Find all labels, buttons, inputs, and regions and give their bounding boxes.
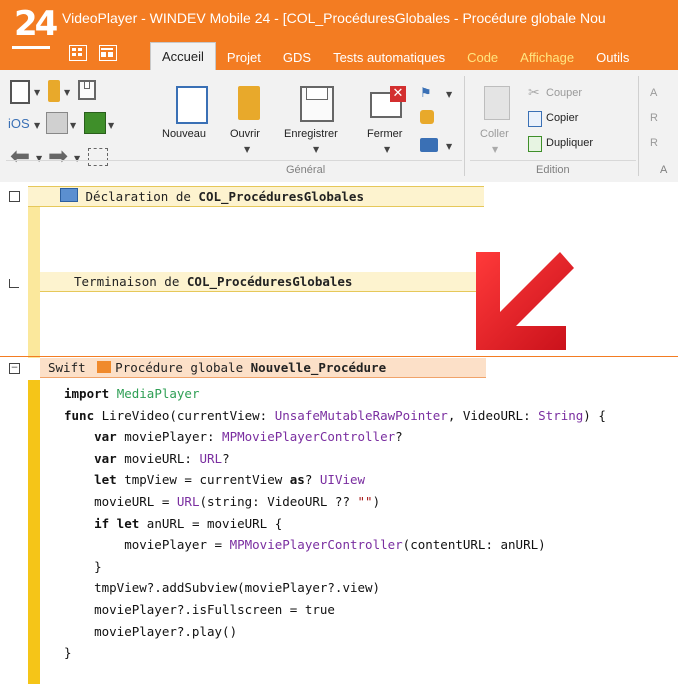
code-line: tmpView?.addSubview(moviePlayer?.view) (64, 580, 381, 596)
chevron-down-icon[interactable]: ▼ (108, 121, 114, 130)
code-line: moviePlayer = MPMoviePlayerController(co… (64, 537, 546, 553)
code-line: let tmpView = currentView as? UIView (94, 472, 366, 488)
open-folder-icon[interactable] (48, 80, 60, 102)
window-title: VideoPlayer - WINDEV Mobile 24 - [COL_Pr… (62, 10, 606, 26)
go-icon[interactable] (84, 112, 106, 134)
termination-header[interactable]: Terminaison de COL_ProcéduresGlobales (40, 272, 496, 292)
device-icon[interactable] (46, 112, 68, 134)
declaration-prefix: Déclaration de (85, 189, 199, 204)
tab-code[interactable]: Code (456, 46, 509, 70)
termination-prefix: Terminaison de (74, 274, 187, 289)
group-label-edition: Edition (536, 164, 570, 176)
ios-label[interactable]: iOS (8, 116, 30, 131)
annotation-arrow-icon (476, 252, 574, 350)
code-line: var moviePlayer: MPMoviePlayerController… (94, 429, 403, 445)
divider (464, 76, 465, 176)
chevron-down-icon[interactable]: ▼ (34, 88, 40, 97)
chevron-down-icon[interactable]: ▼ (64, 88, 70, 97)
duplicate-icon (528, 136, 542, 152)
code-line: moviePlayer?.isFullscreen = true (64, 601, 335, 617)
windev-logo: 24 (14, 4, 58, 44)
code-line: movieURL = URL(string: VideoURL ?? "") (64, 493, 381, 509)
next-group-item[interactable]: A (650, 87, 657, 99)
next-group-item[interactable]: R (650, 112, 658, 124)
ouvrir-button[interactable]: Ouvrir (230, 128, 260, 140)
divider (638, 76, 639, 176)
scissors-icon: ✂ (528, 85, 540, 101)
group-label-partial: A (660, 164, 668, 176)
next-group-item[interactable]: R (650, 137, 658, 149)
group-underline (6, 160, 462, 161)
code-token: MediaPlayer (116, 386, 200, 401)
coller-icon (484, 86, 510, 120)
chevron-down-icon[interactable]: ▼ (446, 142, 452, 151)
fermer-button[interactable]: Fermer (367, 128, 402, 140)
chevron-down-icon[interactable]: ▼ (384, 145, 390, 154)
code-line: } (64, 558, 102, 574)
tree-end-marker (9, 279, 19, 288)
chevron-down-icon[interactable]: ▼ (34, 121, 40, 130)
hierarchy-icon[interactable]: ⚑ (420, 86, 438, 101)
forward-arrow-icon[interactable]: ➡ (48, 144, 68, 168)
chevron-down-icon[interactable]: ▼ (492, 145, 498, 154)
block-separator (0, 356, 678, 357)
block-bar (28, 200, 40, 358)
tab-outils[interactable]: Outils (585, 46, 640, 70)
ouvrir-icon[interactable] (238, 86, 260, 120)
termination-name: COL_ProcéduresGlobales (186, 274, 353, 289)
group-underline (470, 160, 636, 161)
chevron-down-icon[interactable]: ▼ (36, 154, 42, 163)
procedure-prefix: Procédure globale (115, 360, 251, 375)
code-line: } (64, 645, 72, 661)
tab-gds[interactable]: GDS (272, 46, 322, 70)
logo-underline (12, 46, 50, 49)
tab-accueil[interactable]: Accueil (150, 42, 216, 70)
copy-icon (528, 111, 542, 127)
new-file-icon[interactable] (10, 80, 30, 104)
quick-access-window-icon[interactable] (98, 44, 117, 61)
declaration-header[interactable]: Déclaration de COL_ProcéduresGlobales (28, 186, 484, 207)
declaration-name: COL_ProcéduresGlobales (198, 189, 364, 204)
enregistrer-button[interactable]: Enregistrer (284, 128, 338, 140)
code-line: import MediaPlayer (64, 386, 200, 401)
save-small-icon[interactable] (78, 80, 96, 100)
class-icon (60, 188, 78, 202)
ribbon-tabs: Accueil Projet GDS Tests automatiques Co… (150, 42, 640, 70)
code-body[interactable]: import MediaPlayer func LireVideo(current… (64, 383, 606, 664)
chevron-down-icon[interactable]: ▼ (244, 145, 250, 154)
block-bar-swift (28, 380, 40, 684)
procedure-name: Nouvelle_Procédure (250, 360, 387, 375)
close-icon[interactable]: ✕ (390, 86, 406, 102)
code-line: var movieURL: URL? (94, 450, 230, 466)
copier-button[interactable]: Copier (546, 112, 578, 124)
language-label: Swift (48, 360, 86, 375)
group-label-general: Général (286, 164, 326, 176)
chevron-down-icon[interactable]: ▼ (74, 154, 80, 163)
collapse-toggle[interactable]: − (9, 363, 20, 374)
chevron-down-icon[interactable]: ▼ (70, 121, 76, 130)
tab-projet[interactable]: Projet (216, 46, 272, 70)
print-icon[interactable] (420, 138, 438, 152)
nouveau-icon[interactable] (176, 86, 208, 124)
quick-access-grid-icon[interactable] (68, 44, 87, 61)
procedure-icon (97, 361, 112, 373)
tab-tests-automatiques[interactable]: Tests automatiques (322, 46, 456, 70)
package-icon[interactable] (420, 110, 434, 124)
nouveau-button[interactable]: Nouveau (162, 128, 206, 140)
code-line: moviePlayer?.play() (64, 623, 238, 639)
swift-procedure-header[interactable]: Swift Procédure globale Nouvelle_Procédu… (40, 358, 486, 378)
code-line: if let anURL = movieURL { (94, 515, 283, 531)
title-bar: 24 VideoPlayer - WINDEV Mobile 24 - [COL… (0, 0, 678, 70)
enregistrer-icon[interactable] (300, 86, 334, 122)
coller-button[interactable]: Coller (480, 128, 509, 140)
tree-icon[interactable] (88, 148, 108, 166)
dupliquer-button[interactable]: Dupliquer (546, 137, 593, 149)
code-line: func LireVideo(currentView: UnsafeMutabl… (64, 407, 606, 423)
chevron-down-icon[interactable]: ▼ (446, 90, 452, 99)
back-arrow-icon[interactable]: ⬅ (10, 144, 30, 168)
collapse-toggle[interactable] (9, 191, 20, 202)
chevron-down-icon[interactable]: ▼ (313, 145, 319, 154)
tab-affichage[interactable]: Affichage (509, 46, 585, 70)
couper-button[interactable]: Couper (546, 87, 582, 99)
